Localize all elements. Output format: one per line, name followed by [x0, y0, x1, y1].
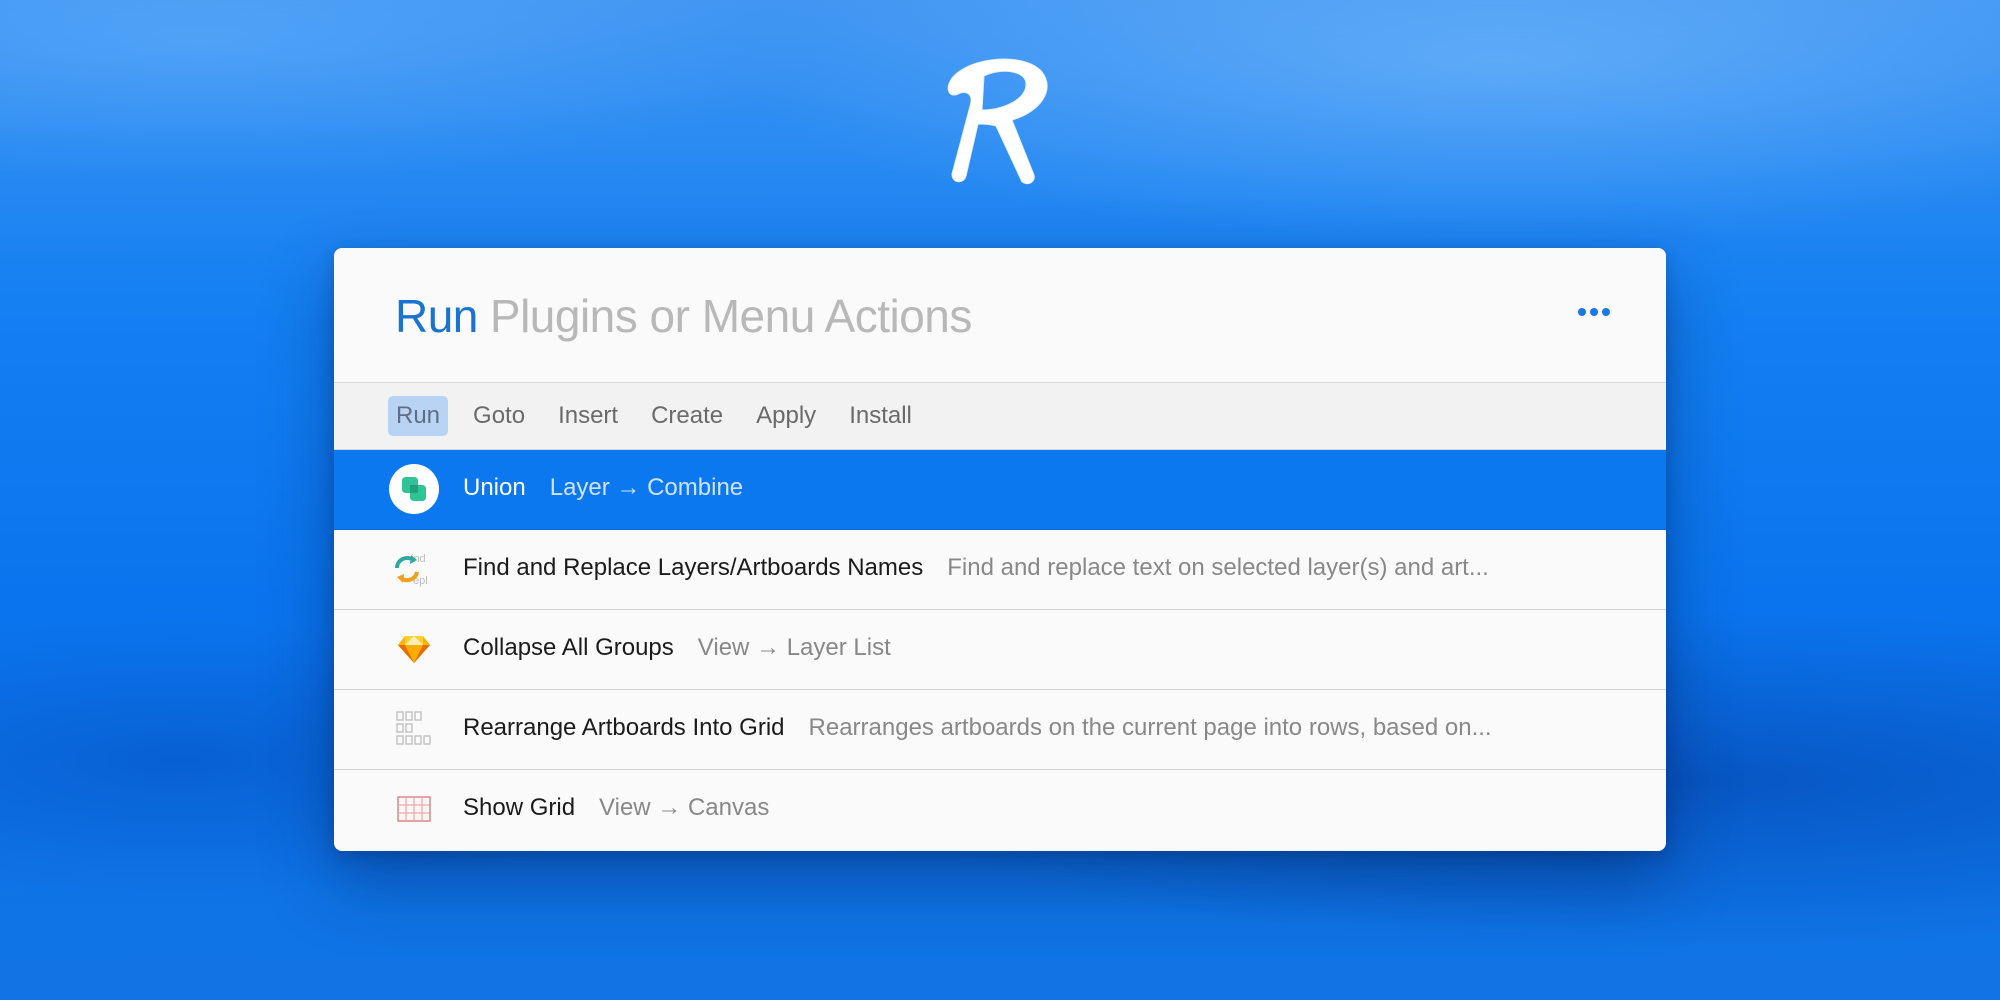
search-input[interactable]: Run Plugins or Menu Actions	[395, 290, 972, 342]
tab-create[interactable]: Create	[643, 396, 731, 436]
tab-insert[interactable]: Insert	[550, 396, 626, 436]
runner-logo-icon	[947, 58, 1048, 185]
result-text: Collapse All Groups View → Layer List	[463, 634, 891, 662]
tab-apply[interactable]: Apply	[748, 396, 824, 436]
result-title: Collapse All Groups	[463, 634, 674, 661]
result-subtitle: View → Canvas	[599, 794, 770, 821]
filter-tabs: Run Goto Insert Create Apply Install	[334, 383, 1666, 450]
result-subtitle: View → Layer List	[697, 634, 891, 661]
grid-icon	[389, 784, 439, 834]
search-placeholder: Plugins or Menu Actions	[489, 290, 973, 342]
search-bar[interactable]: Run Plugins or Menu Actions	[334, 248, 1666, 383]
result-subtitle: Rearranges artboards on the current page…	[808, 714, 1492, 741]
result-subtitle: Find and replace text on selected layer(…	[947, 554, 1489, 581]
result-item-collapse-groups[interactable]: Collapse All Groups View → Layer List	[334, 610, 1666, 690]
union-icon	[389, 464, 439, 514]
result-title: Union	[463, 474, 526, 501]
tab-run[interactable]: Run	[388, 396, 449, 436]
more-options-icon[interactable]	[1578, 308, 1610, 322]
tab-goto[interactable]: Goto	[465, 396, 533, 436]
tab-install[interactable]: Install	[841, 396, 920, 436]
result-item-rearrange-artboards[interactable]: Rearrange Artboards Into Grid Rearranges …	[334, 690, 1666, 770]
result-text: Show Grid View → Canvas	[463, 794, 769, 822]
result-item-union[interactable]: Union Layer → Combine	[334, 450, 1666, 530]
search-keyword: Run	[395, 290, 478, 342]
result-text: Union Layer → Combine	[463, 474, 743, 502]
command-palette: Run Plugins or Menu Actions Run Goto Inse…	[334, 248, 1666, 851]
sketch-diamond-icon	[389, 624, 439, 674]
result-item-show-grid[interactable]: Show Grid View → Canvas	[334, 770, 1666, 849]
result-item-find-replace[interactable]: ind epl Find and Replace Layers/Artboard…	[334, 530, 1666, 610]
result-title: Rearrange Artboards Into Grid	[463, 714, 785, 741]
result-text: Rearrange Artboards Into Grid Rearranges …	[463, 714, 1492, 742]
result-subtitle: Layer → Combine	[549, 474, 744, 501]
artboard-grid-icon	[389, 704, 439, 754]
result-title: Find and Replace Layers/Artboards Names	[463, 554, 924, 581]
result-text: Find and Replace Layers/Artboards Names F…	[463, 554, 1489, 582]
find-replace-icon: ind epl	[389, 544, 439, 594]
result-title: Show Grid	[463, 794, 576, 821]
